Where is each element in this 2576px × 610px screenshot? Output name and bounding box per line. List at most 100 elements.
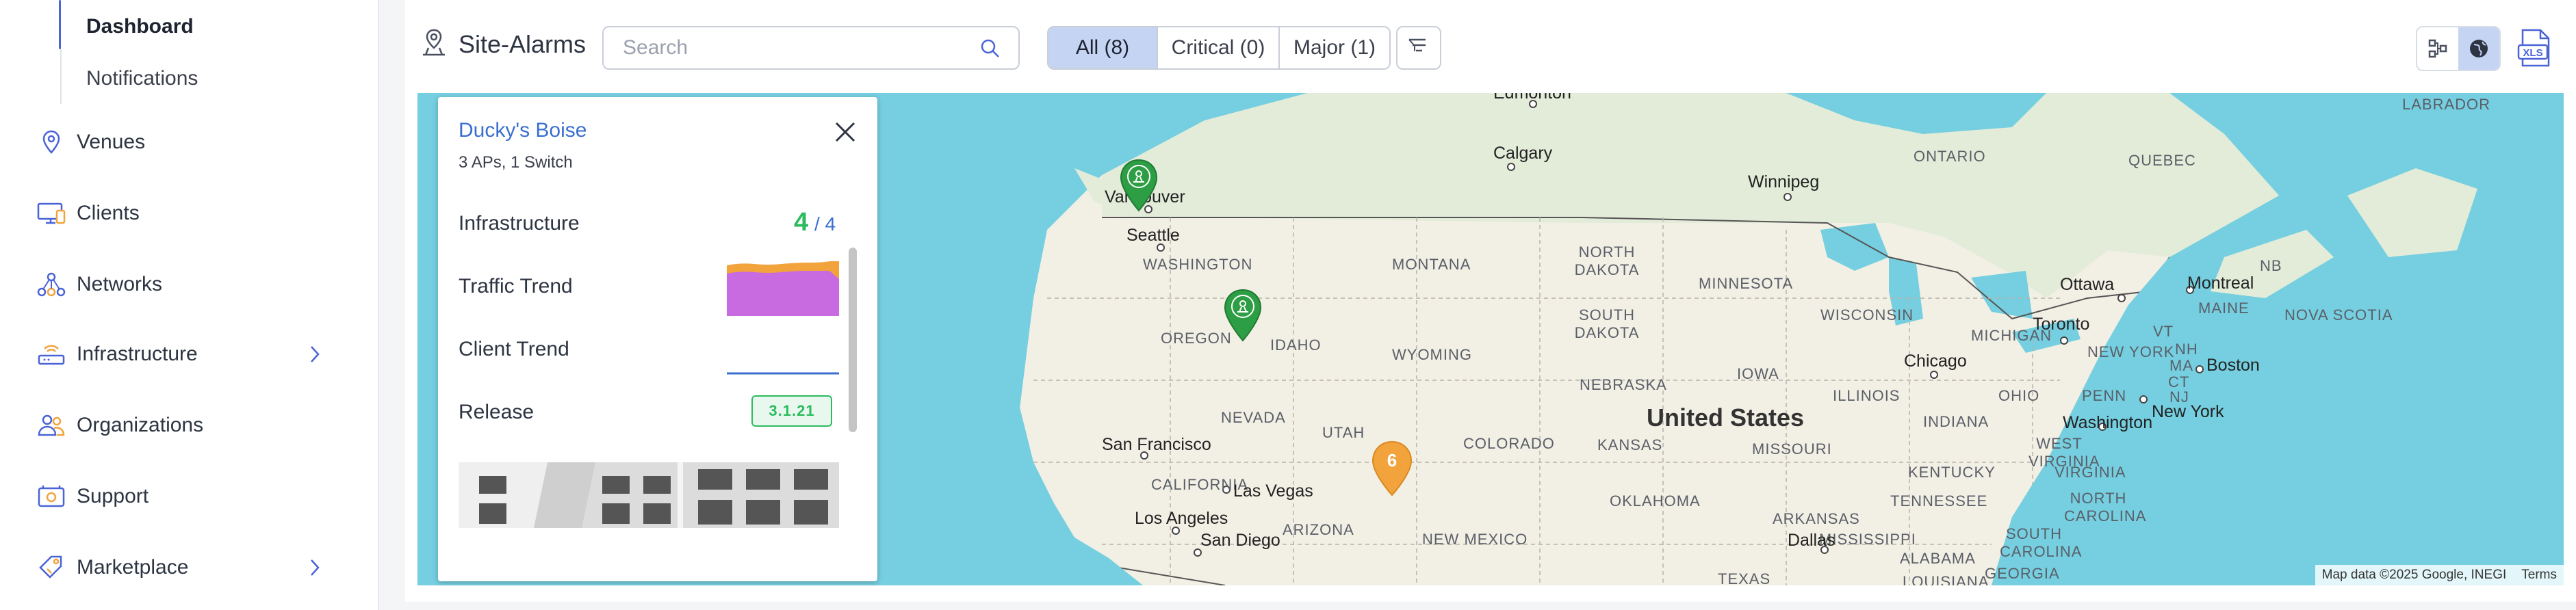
release-badge: 3.1.21 <box>751 395 832 427</box>
map-label: WISCONSIN <box>1820 306 1914 323</box>
chevron-right-icon <box>308 558 322 581</box>
sidebar-item-networks[interactable]: Networks <box>34 264 335 305</box>
map-label: GEORGIA <box>1985 565 2060 582</box>
map-label: NEVADA <box>1221 409 1286 426</box>
map-city: San Francisco <box>1102 435 1211 454</box>
sidebar-subitem-dashboard[interactable]: Dashboard <box>86 15 194 38</box>
map-view-button[interactable] <box>2458 27 2499 70</box>
client-trend-sparkline <box>727 372 839 375</box>
map-label: WASHINGTON <box>1143 256 1253 273</box>
site-alarms-toolbar: Site-Alarms All (8) Critical (0) Major (… <box>405 0 2576 93</box>
map-label: WYOMING <box>1392 346 1472 363</box>
map-label: NEW YORK <box>2087 343 2175 360</box>
infrastructure-total-count: / 4 <box>814 213 836 235</box>
users-icon <box>34 408 68 442</box>
map-label: ILLINOIS <box>1833 387 1901 404</box>
map-label: SOUTH DAKOTA <box>1574 306 1640 341</box>
sidebar-item-organizations[interactable]: Organizations <box>34 405 335 446</box>
map-label: COLORADO <box>1463 435 1555 452</box>
map-label: TENNESSEE <box>1890 492 1988 509</box>
sidebar-item-label: Infrastructure <box>77 343 198 365</box>
map-city: Los Angeles <box>1135 509 1228 528</box>
sidebar-item-infrastructure[interactable]: Infrastructure <box>34 334 335 375</box>
map-city: New York <box>2152 402 2224 421</box>
support-icon <box>34 479 68 514</box>
map-label: INDIANA <box>1923 413 1989 430</box>
view-toggle <box>2416 26 2501 71</box>
map-city: Toronto <box>2033 315 2090 334</box>
infrastructure-label: Infrastructure <box>459 212 580 235</box>
map-label: LOUISIANA <box>1903 573 1989 585</box>
close-icon <box>835 122 855 142</box>
sidebar: Dashboard Notifications Venues Clients N… <box>0 0 379 610</box>
globe-icon <box>2470 40 2488 57</box>
map-label: LABRADOR <box>2402 96 2491 113</box>
sidebar-item-label: Networks <box>77 273 163 295</box>
sidebar-item-label: Marketplace <box>77 556 189 579</box>
sidebar-item-label: Support <box>77 485 149 507</box>
map-city: Montreal <box>2187 274 2254 293</box>
map-label: IOWA <box>1737 365 1779 382</box>
infrastructure-up-count: 4 <box>794 208 809 237</box>
site-photo <box>459 462 839 528</box>
map-city: Washington <box>2063 413 2153 432</box>
traffic-trend-sparkline <box>727 261 839 316</box>
map-label: UTAH <box>1322 424 1365 441</box>
monitor-icon <box>34 196 68 230</box>
active-indicator <box>59 0 61 49</box>
filter-list-icon <box>1407 36 1430 60</box>
map-label: ARIZONA <box>1283 521 1354 538</box>
router-icon <box>34 337 68 371</box>
map-label: MINNESOTA <box>1699 275 1794 292</box>
map-city: Dallas <box>1788 531 1836 550</box>
map-label: KENTUCKY <box>1908 464 1996 481</box>
map-attribution: Map data ©2025 Google, INEGI Terms <box>2315 565 2564 585</box>
severity-filter: All (8) Critical (0) Major (1) <box>1047 26 1391 70</box>
sidebar-item-marketplace[interactable]: Marketplace <box>34 547 335 588</box>
map-city: San Diego <box>1200 531 1280 550</box>
map-label: TEXAS <box>1718 570 1771 585</box>
map-label: MISSOURI <box>1752 440 1832 458</box>
map-city: Calgary <box>1493 144 1553 163</box>
map-label: NOVA SCOTIA <box>2284 306 2393 323</box>
map-city: Boston <box>2206 356 2260 375</box>
site-info-popup: Ducky's Boise 3 APs, 1 Switch Infrastruc… <box>438 97 877 581</box>
client-trend-label: Client Trend <box>459 338 569 360</box>
sidebar-item-clients[interactable]: Clients <box>34 193 335 234</box>
location-pin-icon <box>34 125 68 159</box>
sidebar-item-venues[interactable]: Venues <box>34 122 335 163</box>
map-label: MAINE <box>2198 300 2250 317</box>
sidebar-item-label: Venues <box>77 131 146 153</box>
map-city: Chicago <box>1904 352 1967 371</box>
sidebar-item-label: Clients <box>77 202 140 224</box>
filter-major[interactable]: Major (1) <box>1280 27 1389 68</box>
sidebar-item-support[interactable]: Support <box>34 476 335 517</box>
map-label: NORTH DAKOTA <box>1574 243 1640 278</box>
map-label: NEBRASKA <box>1580 376 1667 393</box>
filter-all[interactable]: All (8) <box>1048 27 1158 68</box>
map-city: Seattle <box>1126 226 1180 245</box>
site-name-link[interactable]: Ducky's Boise <box>459 119 587 142</box>
terms-link[interactable]: Terms <box>2521 568 2557 583</box>
map-label: OREGON <box>1161 330 1232 347</box>
topology-view-button[interactable] <box>2417 27 2458 70</box>
site-summary: 3 APs, 1 Switch <box>459 153 573 172</box>
search-icon[interactable] <box>980 38 1001 62</box>
map-label: NEW MEXICO <box>1422 531 1528 548</box>
site-alarms-card: Site-Alarms All (8) Critical (0) Major (… <box>405 0 2576 602</box>
traffic-trend-label: Traffic Trend <box>459 275 573 297</box>
map-label: PENN <box>2082 387 2127 404</box>
filter-critical[interactable]: Critical (0) <box>1158 27 1280 68</box>
close-popup-button[interactable] <box>834 120 857 147</box>
popup-scrollbar[interactable] <box>849 248 857 432</box>
filter-options-button[interactable] <box>1396 26 1441 70</box>
map-city: Edmonton <box>1493 93 1571 103</box>
topology-icon <box>2428 39 2447 58</box>
network-icon <box>34 267 68 302</box>
search-box[interactable] <box>602 26 1020 70</box>
map-label: MONTANA <box>1392 256 1471 273</box>
search-input[interactable] <box>621 27 980 68</box>
export-xls-button[interactable]: XLS <box>2517 27 2553 72</box>
sidebar-subitem-notifications[interactable]: Notifications <box>86 67 198 90</box>
map-label: VT <box>2153 323 2174 340</box>
